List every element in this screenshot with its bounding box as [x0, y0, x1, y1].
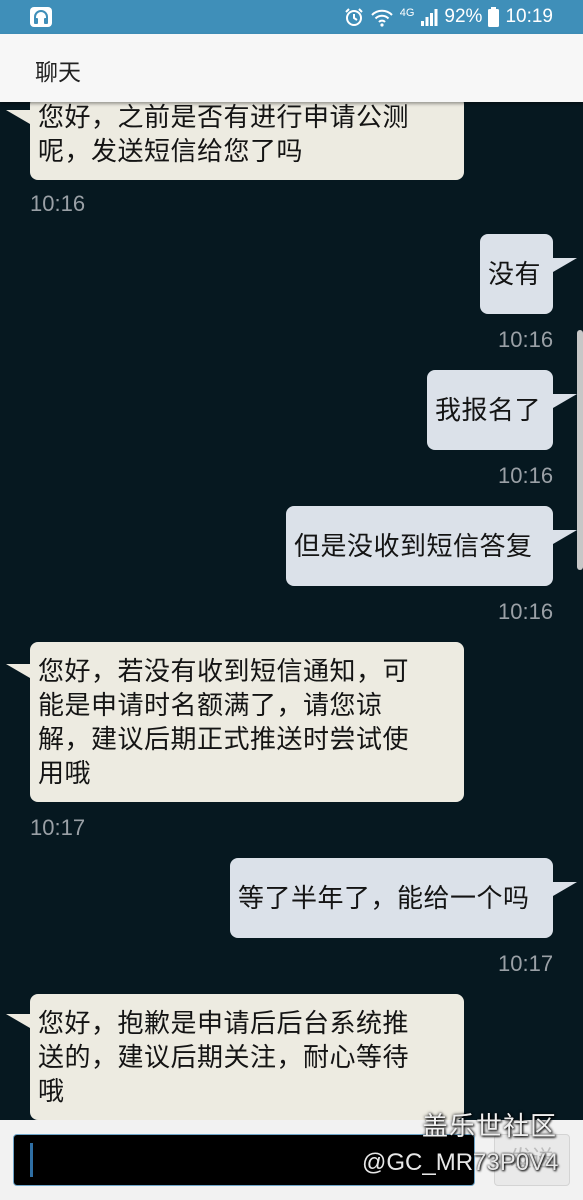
- message-time: 10:17: [498, 951, 554, 976]
- status-time: 10:19: [505, 6, 553, 27]
- battery-icon: [488, 7, 500, 27]
- message-line: 解，建议后期正式推送时尝试使: [38, 725, 410, 755]
- bubble-tail: [553, 394, 577, 408]
- status-bar: 4G 92% 10:19: [0, 0, 583, 34]
- app-header: 聊天: [0, 34, 583, 102]
- bubble-tail: [553, 882, 577, 896]
- message-time: 10:16: [498, 327, 554, 352]
- bubble-tail: [553, 258, 577, 272]
- alarm-icon: [344, 7, 364, 27]
- message-line: 呢，发送短信给您了吗: [38, 137, 304, 167]
- message-line: 用哦: [38, 759, 92, 789]
- message-line: 能是申请时名额满了，请您谅: [38, 691, 383, 721]
- message-line: 哦: [38, 1077, 65, 1107]
- message-bubble[interactable]: 您好，若没有收到短信通知，可 能是申请时名额满了，请您谅 解，建议后期正式推送时…: [30, 642, 464, 802]
- headset-icon: [30, 7, 52, 27]
- message-line: 您好，之前是否有进行申请公测: [38, 103, 410, 133]
- message-line: 没有: [488, 260, 542, 290]
- message-bubble[interactable]: 但是没收到短信答复: [286, 506, 553, 586]
- message-line: 您好，若没有收到短信通知，可: [38, 657, 410, 687]
- message-bubble[interactable]: 您好，抱歉是申请后后台系统推 送的，建议后期关注，耐心等待 哦: [30, 994, 464, 1120]
- message-bubble[interactable]: 我报名了: [427, 370, 553, 450]
- bubble-tail: [553, 530, 577, 544]
- message-bubble[interactable]: 没有: [480, 234, 553, 314]
- battery-percent: 92%: [444, 6, 483, 27]
- message-line: 但是没收到短信答复: [294, 532, 533, 562]
- message-time: 10:16: [30, 191, 86, 216]
- bubble-tail: [6, 110, 30, 124]
- message-time: 10:16: [498, 599, 554, 624]
- signal-icon: [420, 7, 438, 27]
- wifi-icon: [370, 7, 394, 27]
- network-type-label: 4G: [399, 7, 415, 19]
- message-line: 您好，抱歉是申请后后台系统推: [38, 1009, 410, 1039]
- message-bubble[interactable]: 等了半年了，能给一个吗: [230, 858, 553, 938]
- chat-area[interactable]: 您好，之前是否有进行申请公测 呢，发送短信给您了吗 10:16 没有 10:16…: [0, 0, 583, 1200]
- message-time: 10:16: [498, 463, 554, 488]
- page-title: 聊天: [35, 60, 81, 86]
- status-icons: 4G 92% 10:19: [344, 5, 553, 29]
- text-cursor: [30, 1143, 33, 1177]
- message-line: 等了半年了，能给一个吗: [238, 884, 530, 914]
- message-line: 我报名了: [435, 396, 542, 426]
- message-bubble[interactable]: 您好，之前是否有进行申请公测 呢，发送短信给您了吗: [30, 96, 464, 180]
- bubble-tail: [6, 1014, 30, 1028]
- bubble-tail: [6, 664, 30, 678]
- watermark-site: 盖乐世社区: [422, 1112, 558, 1142]
- scrollbar-thumb[interactable]: [577, 330, 583, 570]
- message-line: 送的，建议后期关注，耐心等待: [38, 1043, 410, 1073]
- message-time: 10:17: [30, 815, 86, 840]
- watermark-user: @GC_MR73P0V4: [362, 1149, 559, 1176]
